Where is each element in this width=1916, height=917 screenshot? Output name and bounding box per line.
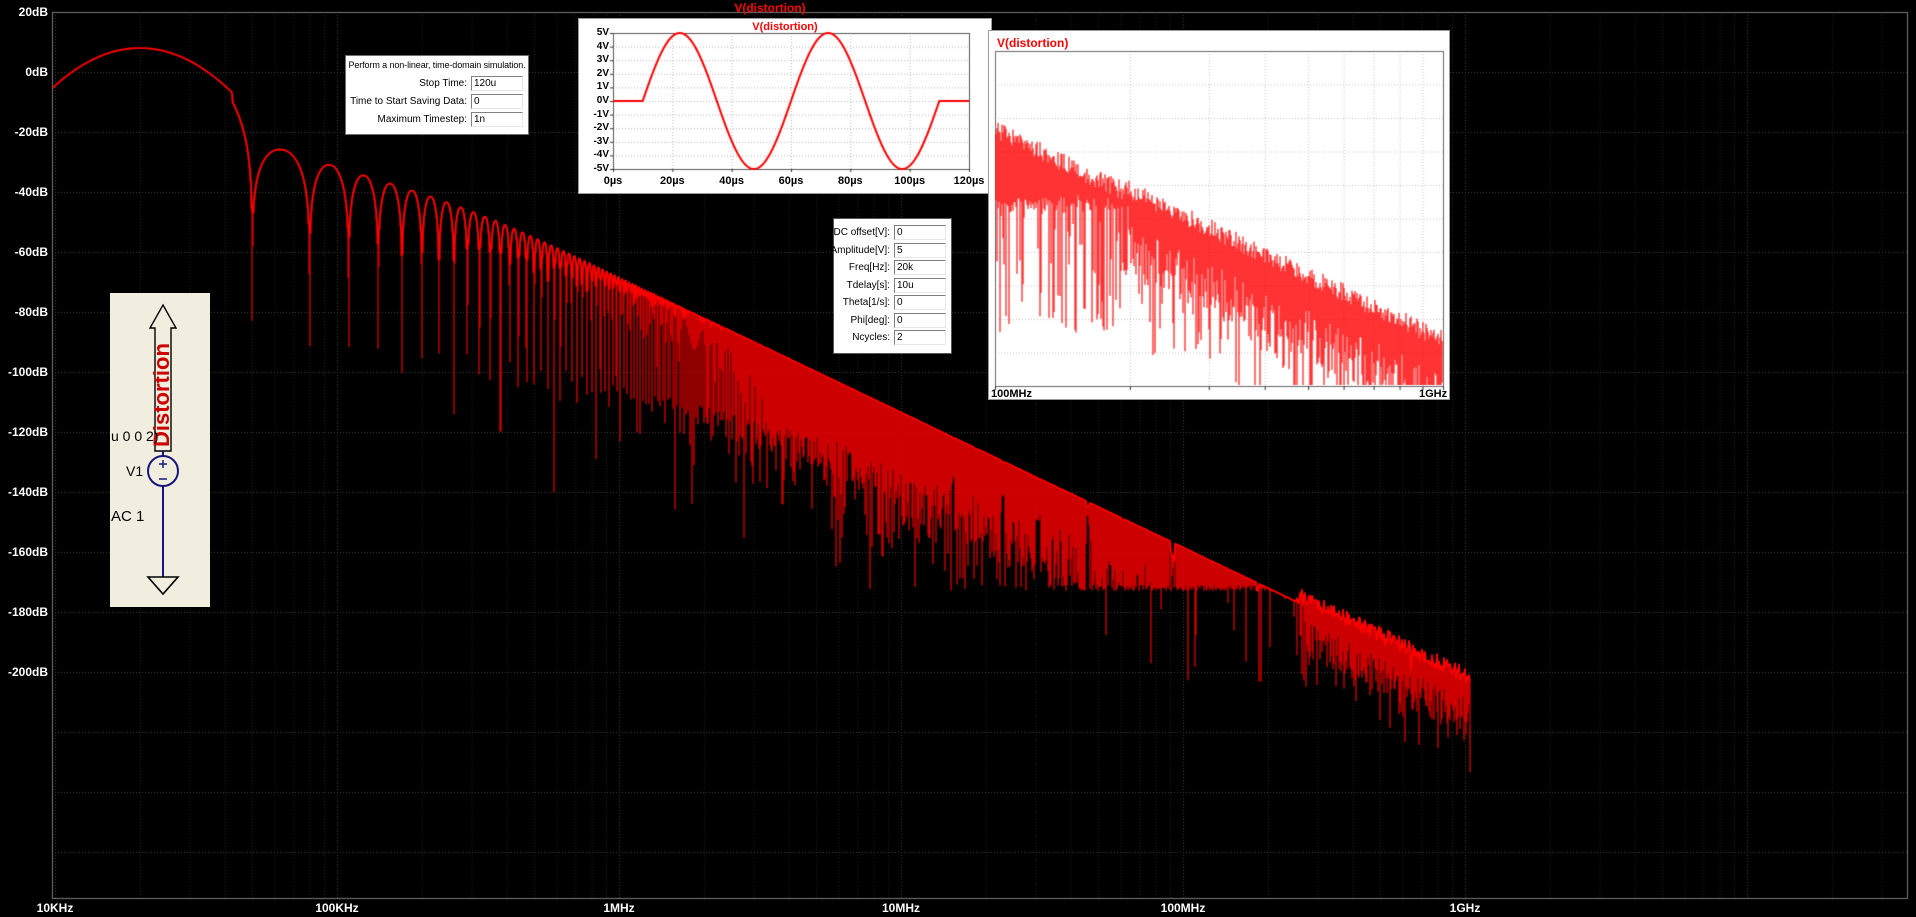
zoom-fft-title: V(distortion) (997, 36, 1069, 50)
y-axis-label: 20dB (18, 5, 48, 19)
phi-label: Phi[deg]: (850, 314, 890, 326)
transient-x-label: 20µs (659, 175, 685, 187)
y-axis-label: -140dB (7, 485, 48, 499)
ncycles-label: Ncycles: (852, 332, 890, 344)
y-axis-label: 0dB (25, 65, 48, 79)
transient-x-label: 0µs (603, 175, 623, 187)
transient-y-label: -1V (593, 108, 609, 120)
time-to-start-saving-row: Time to Start Saving Data: (346, 92, 528, 110)
x-axis-label: 10KHz (36, 901, 74, 915)
transient-x-label: 40µs (719, 175, 744, 187)
tdelay-row: Tdelay[s]: (834, 277, 951, 295)
transient-y-label: 1V (596, 81, 609, 93)
amplitude-label: Amplitude[V]: (830, 244, 890, 256)
phi-row: Phi[deg]: (834, 312, 951, 330)
sine-source-params-dialog: DC offset[V]: Amplitude[V]: Freq[Hz]: Tdela… (830, 218, 952, 354)
transient-dialog-intro: Perform a non-linear, time-domain simula… (348, 60, 526, 70)
freq-label: Freq[Hz]: (848, 262, 890, 274)
plus-sign-icon (159, 460, 167, 468)
zoom-fft-canvas[interactable] (989, 31, 1449, 399)
component-refdes: V1 (126, 463, 143, 479)
ac-spec-label: AC 1 (111, 508, 144, 525)
y-axis-label: -160dB (7, 545, 48, 559)
transient-y-label: 5V (596, 27, 609, 38)
x-axis-label: 100KHz (315, 901, 359, 915)
ncycles-input[interactable] (894, 330, 946, 346)
schematic-snippet[interactable]: Distortion u 0 0 2) V1 AC 1 (110, 293, 210, 607)
tdelay-input[interactable] (894, 277, 946, 293)
transient-y-label: 3V (596, 54, 609, 66)
amplitude-row: Amplitude[V]: (830, 242, 951, 260)
x-axis-label: 100MHz (1160, 901, 1206, 915)
x-axis-label: 10MHz (881, 901, 920, 915)
x-axis-label: 1GHz (1449, 901, 1481, 915)
y-axis-label: -100dB (7, 365, 48, 379)
amplitude-input[interactable] (894, 242, 946, 258)
theta-row: Theta[1/s]: (834, 294, 951, 312)
transient-y-label: -4V (593, 149, 609, 161)
transient-y-label: 0V (596, 95, 609, 106)
x-axis-label: 1MHz (603, 901, 635, 915)
transient-plot-window: V(distortion) 5V 4V 3V 2V 1V 0V -1V -2V -3V -4V -5… (578, 18, 992, 194)
freq-row: Freq[Hz]: (834, 259, 951, 277)
y-axis-label: -180dB (7, 605, 48, 619)
transient-x-label: 60µs (778, 175, 804, 187)
transient-x-label: 80µs (837, 175, 863, 187)
main-plot-title: V(distortion) (734, 1, 806, 15)
ncycles-row: Ncycles: (834, 329, 951, 347)
zoom-x-label: 100MHz (991, 388, 1032, 400)
dc-offset-input[interactable] (894, 225, 946, 241)
zoom-fft-window: V(distortion) 100MHz 1GHz (988, 30, 1450, 400)
transient-y-label: -2V (593, 122, 609, 134)
maximum-timestep-label: Maximum Timestep: (377, 113, 467, 125)
y-axis-label: -60dB (14, 245, 48, 259)
transient-x-label: 100µs (894, 175, 926, 187)
transient-y-label: 2V (596, 67, 609, 79)
stop-time-label: Stop Time: (419, 77, 467, 89)
y-axis-label: -120dB (7, 425, 48, 439)
transient-y-label: 4V (596, 40, 609, 52)
dc-offset-row: DC offset[V]: (833, 224, 951, 242)
transient-y-label: -5V (593, 163, 609, 174)
transient-settings-dialog: Perform a non-linear, time-domain simula… (345, 55, 529, 135)
ground-symbol[interactable] (146, 576, 180, 596)
y-axis-label: -200dB (7, 665, 48, 679)
transient-plot-canvas[interactable] (579, 19, 991, 193)
phi-input[interactable] (894, 312, 946, 328)
transient-x-label: 120µs (953, 175, 985, 187)
stop-time-input[interactable] (471, 75, 523, 91)
stop-time-row: Stop Time: (346, 74, 528, 92)
zoom-x-label: 1GHz (1419, 388, 1448, 400)
transient-y-label: -3V (593, 135, 609, 147)
dc-offset-label: DC offset[V]: (833, 227, 890, 239)
schematic-svg: Distortion u 0 0 2) V1 AC 1 (111, 303, 180, 596)
theta-label: Theta[1/s]: (842, 297, 890, 309)
maximum-timestep-row: Maximum Timestep: (346, 110, 528, 128)
maximum-timestep-input[interactable] (471, 111, 523, 127)
tdelay-label: Tdelay[s]: (846, 279, 890, 291)
time-to-start-saving-input[interactable] (471, 93, 523, 109)
time-to-start-saving-label: Time to Start Saving Data: (350, 95, 467, 107)
spice-directive-fragment: u 0 0 2) (111, 428, 158, 444)
transient-plot-title: V(distortion) (752, 21, 818, 33)
y-axis-label: -80dB (14, 305, 48, 319)
theta-input[interactable] (894, 295, 946, 311)
y-axis-label: -20dB (14, 125, 48, 139)
freq-input[interactable] (894, 260, 946, 276)
y-axis-label: -40dB (14, 185, 48, 199)
